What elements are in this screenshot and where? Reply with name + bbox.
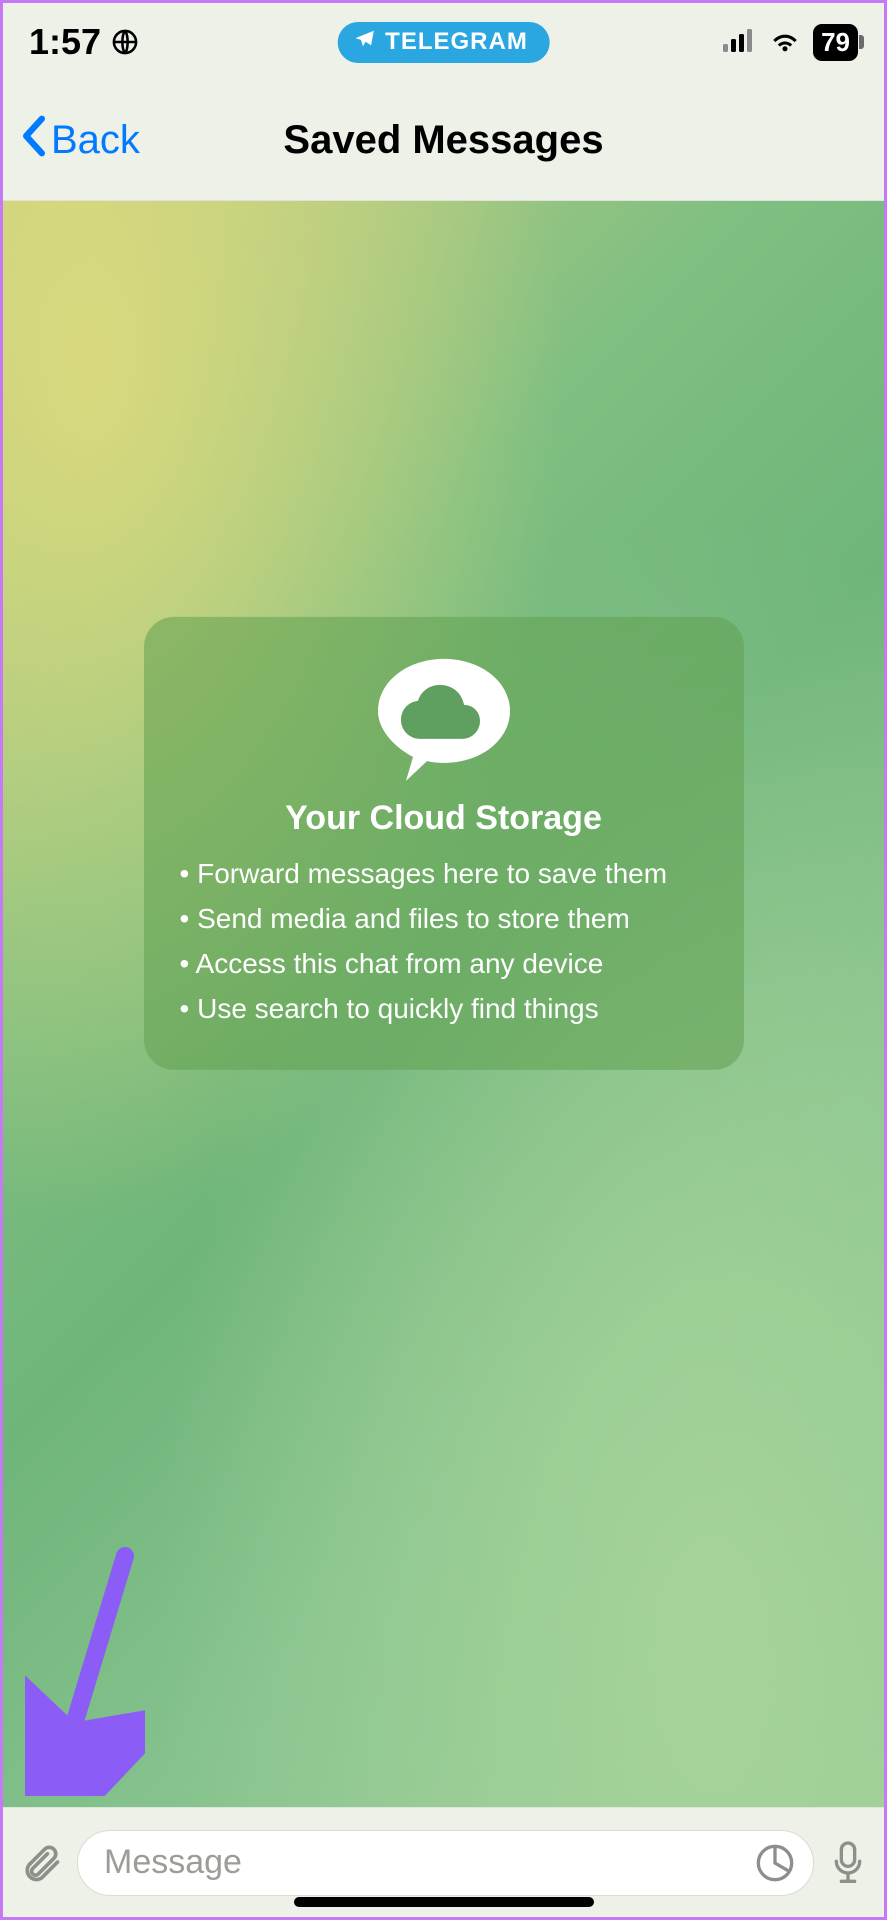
info-title: Your Cloud Storage <box>174 799 714 838</box>
back-button[interactable]: Back <box>3 114 140 168</box>
message-input-bar <box>3 1807 884 1917</box>
annotation-arrow <box>25 1546 145 1801</box>
info-bullet: Forward messages here to save them <box>180 852 708 897</box>
cellular-icon <box>723 28 757 57</box>
cloud-storage-info-card: Your Cloud Storage Forward messages here… <box>144 617 744 1069</box>
location-icon <box>111 28 139 56</box>
battery-level: 79 <box>821 27 850 57</box>
info-bullet: Send media and files to store them <box>180 897 708 942</box>
home-indicator[interactable] <box>294 1897 594 1907</box>
back-label: Back <box>51 118 140 163</box>
battery-indicator: 79 <box>813 24 858 61</box>
nav-bar: Back Saved Messages <box>3 81 884 201</box>
info-bullet: Use search to quickly find things <box>180 987 708 1032</box>
status-bar: 1:57 TELEGRAM <box>3 3 884 81</box>
telegram-icon <box>353 28 375 57</box>
chat-area[interactable]: Your Cloud Storage Forward messages here… <box>3 201 884 1807</box>
wifi-icon <box>769 28 801 57</box>
attachment-button[interactable] <box>19 1841 63 1885</box>
telegram-pill-label: TELEGRAM <box>385 28 528 56</box>
info-bullet-list: Forward messages here to save them Send … <box>174 852 714 1031</box>
cloud-speech-icon <box>174 651 714 791</box>
message-input[interactable] <box>104 1843 755 1882</box>
status-left: 1:57 <box>29 21 139 63</box>
page-title: Saved Messages <box>283 118 603 163</box>
status-right: 79 <box>723 24 858 61</box>
info-bullet: Access this chat from any device <box>180 942 708 987</box>
sticker-button[interactable] <box>755 1843 795 1883</box>
microphone-button[interactable] <box>828 1839 868 1887</box>
message-input-container[interactable] <box>77 1830 814 1896</box>
chevron-left-icon <box>19 114 49 168</box>
status-time: 1:57 <box>29 21 101 63</box>
telegram-pill: TELEGRAM <box>337 22 550 63</box>
